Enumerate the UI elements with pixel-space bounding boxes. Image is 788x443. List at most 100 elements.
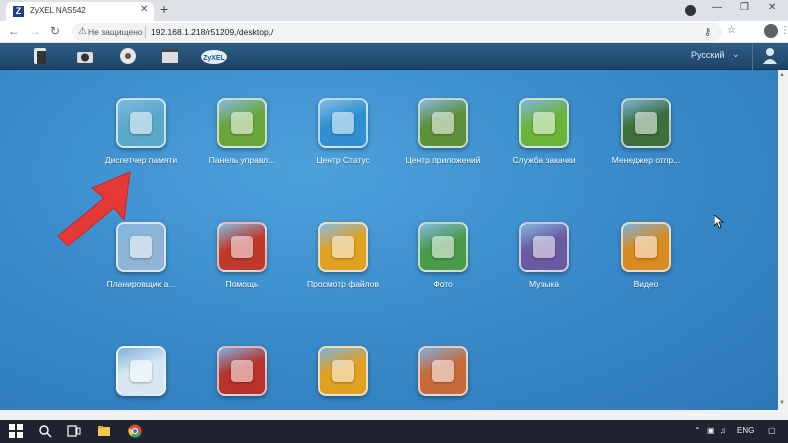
- desktop-app[interactable]: Панель управл...: [197, 98, 287, 180]
- music-icon[interactable]: [519, 222, 569, 272]
- desktop-app[interactable]: [197, 346, 287, 410]
- app-label[interactable]: Видео: [596, 279, 696, 289]
- app-label[interactable]: Центр Статус: [293, 155, 393, 165]
- tab-close-icon[interactable]: ✕: [140, 4, 148, 15]
- browser-titlebar: Z ZyXEL NAS542 ✕ + — ❐ ✕: [0, 0, 788, 21]
- app-label[interactable]: Менеджер отпр...: [596, 155, 696, 165]
- user-icon[interactable]: [762, 47, 778, 65]
- language-indicator[interactable]: ENG: [737, 426, 754, 435]
- app-label[interactable]: Помощь: [192, 279, 292, 289]
- desktop-app[interactable]: Фото: [398, 222, 488, 304]
- back-icon[interactable]: ←: [8, 24, 20, 38]
- chrome-icon[interactable]: [128, 424, 142, 438]
- windows-taskbar: ⌃ ▣ ♫ ENG ▢: [0, 420, 788, 443]
- new-tab-button[interactable]: +: [160, 1, 168, 17]
- minimize-icon[interactable]: —: [712, 2, 722, 13]
- storage-manager-icon[interactable]: [116, 98, 166, 148]
- help-icon-glyph: [231, 236, 253, 258]
- tab-title: ZyXEL NAS542: [30, 6, 86, 15]
- scroll-up-icon[interactable]: ▲: [779, 72, 785, 78]
- app-label[interactable]: Фото: [393, 279, 493, 289]
- app-center-icon[interactable]: [418, 98, 468, 148]
- profile-avatar-icon[interactable]: [764, 24, 778, 38]
- bookmark-star-icon[interactable]: ☆: [727, 25, 736, 36]
- upload-manager-icon[interactable]: [621, 98, 671, 148]
- reload-icon[interactable]: ↻: [50, 24, 60, 38]
- key-icon[interactable]: ⚷: [704, 27, 711, 38]
- media-player-icon[interactable]: [217, 346, 267, 396]
- download-service-icon[interactable]: [519, 98, 569, 148]
- app-label[interactable]: Планировщик а...: [91, 279, 191, 289]
- vertical-scrollbar[interactable]: ▲ ▼: [778, 70, 788, 410]
- status-center-icon[interactable]: [318, 98, 368, 148]
- zyxel-cloud-shortcut-icon[interactable]: ZyXEL: [199, 46, 229, 66]
- menu-dots-icon[interactable]: ⋮: [780, 25, 788, 36]
- music-shortcut-icon[interactable]: [118, 46, 138, 66]
- browser-toolbar: ← → ↻ ⚠ Не защищено 192.168.1.218/r51209…: [0, 21, 788, 43]
- desktop-app[interactable]: Помощь: [197, 222, 287, 304]
- chevron-down-icon[interactable]: ⌄: [732, 49, 740, 60]
- desktop-app[interactable]: [96, 346, 186, 410]
- music-icon-glyph: [533, 236, 555, 258]
- close-window-icon[interactable]: ✕: [768, 2, 776, 13]
- theme-icon[interactable]: [418, 346, 468, 396]
- storage-manager-icon-glyph: [130, 112, 152, 134]
- ebooks-icon[interactable]: [318, 346, 368, 396]
- windows-start-icon[interactable]: [9, 424, 23, 438]
- desktop-app[interactable]: Центр приложений: [398, 98, 488, 180]
- control-panel-icon-glyph: [231, 112, 253, 134]
- tray-expand-icon[interactable]: ⌃: [694, 426, 701, 435]
- theme-icon-glyph: [432, 360, 454, 382]
- desktop-app[interactable]: [298, 346, 388, 410]
- task-view-icon[interactable]: [67, 424, 81, 438]
- address-bar[interactable]: ⚠ Не защищено 192.168.1.218/r51209,/desk…: [72, 23, 722, 41]
- notifications-icon[interactable]: ▢: [768, 426, 776, 435]
- photo-shortcut-icon[interactable]: [75, 46, 95, 66]
- browser-tab[interactable]: Z ZyXEL NAS542 ✕: [6, 2, 154, 21]
- app-label[interactable]: Панель управл...: [192, 155, 292, 165]
- file-browser-icon-glyph: [332, 236, 354, 258]
- language-selector[interactable]: Русский: [691, 50, 724, 60]
- horizontal-scrollbar[interactable]: [0, 410, 788, 420]
- search-icon[interactable]: [38, 424, 52, 438]
- app-label[interactable]: Просмотр файлов: [293, 279, 393, 289]
- desktop-app[interactable]: Просмотр файлов: [298, 222, 388, 304]
- video-icon[interactable]: [621, 222, 671, 272]
- desktop-app[interactable]: Музыка: [499, 222, 589, 304]
- header-divider: [752, 43, 753, 70]
- file-manager-shortcut-icon[interactable]: [31, 46, 51, 66]
- volume-icon[interactable]: ♫: [720, 426, 726, 435]
- omnibox-divider: [145, 26, 146, 38]
- desktop-app[interactable]: Менеджер отпр...: [601, 98, 691, 180]
- desktop-app[interactable]: Видео: [601, 222, 691, 304]
- forward-icon[interactable]: →: [29, 24, 41, 38]
- ebooks-icon-glyph: [332, 360, 354, 382]
- status-center-icon-glyph: [332, 112, 354, 134]
- red-arrow-annotation: [57, 171, 131, 247]
- media-player-icon-glyph: [231, 360, 253, 382]
- desktop-app[interactable]: [398, 346, 488, 410]
- not-secure-icon[interactable]: ⚠: [78, 26, 87, 37]
- tab-search-icon[interactable]: [685, 5, 696, 16]
- control-panel-icon[interactable]: [217, 98, 267, 148]
- security-label[interactable]: Не защищено: [88, 27, 143, 37]
- scroll-down-icon[interactable]: ▼: [779, 400, 785, 406]
- maximize-icon[interactable]: ❐: [740, 2, 749, 13]
- zyxel-cloud-icon[interactable]: [116, 346, 166, 396]
- app-label[interactable]: Музыка: [494, 279, 594, 289]
- help-icon[interactable]: [217, 222, 267, 272]
- file-explorer-icon[interactable]: [97, 424, 111, 438]
- desktop-app[interactable]: Служба закачки: [499, 98, 589, 180]
- video-shortcut-icon[interactable]: [160, 46, 180, 66]
- svg-text:ZyXEL: ZyXEL: [203, 55, 226, 62]
- desktop-app[interactable]: Центр Статус: [298, 98, 388, 180]
- file-browser-icon[interactable]: [318, 222, 368, 272]
- app-label[interactable]: Диспетчер памяти: [91, 155, 191, 165]
- network-icon[interactable]: ▣: [707, 426, 715, 435]
- nas-desktop: Диспетчер памяти Панель управл... Центр Ст…: [0, 70, 778, 410]
- photo-icon[interactable]: [418, 222, 468, 272]
- url-text[interactable]: 192.168.1.218/r51209,/desktop,/: [151, 27, 273, 37]
- app-label[interactable]: Служба закачки: [494, 155, 594, 165]
- app-label[interactable]: Центр приложений: [393, 155, 493, 165]
- zyxel-cloud-icon-glyph: [130, 360, 152, 382]
